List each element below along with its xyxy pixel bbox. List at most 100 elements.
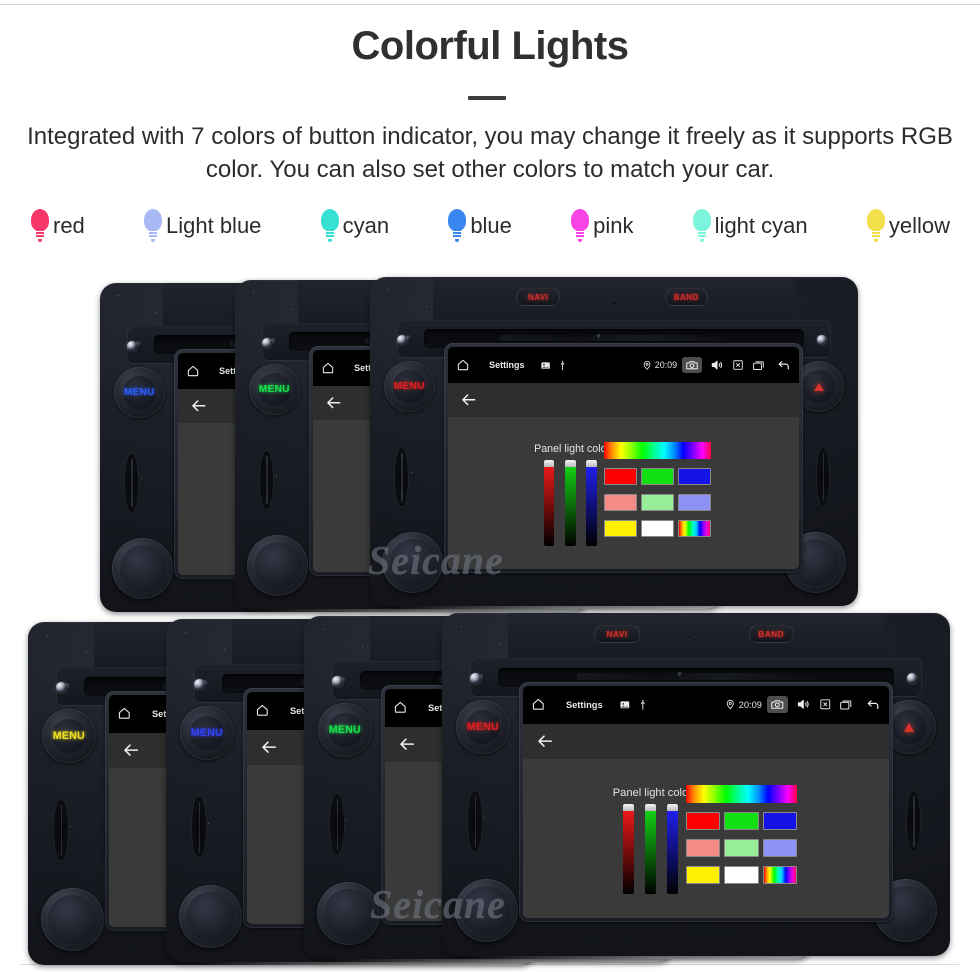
volume-rotary-left[interactable]	[112, 537, 174, 599]
recents-icon[interactable]	[752, 359, 765, 372]
color-swatch-rainbow[interactable]	[678, 519, 712, 538]
rgb-slider-group	[543, 460, 597, 547]
menu-knob[interactable]: MENU	[383, 360, 435, 413]
back-arrow-icon[interactable]	[122, 741, 140, 759]
band-button[interactable]: BAND	[748, 624, 794, 644]
touchscreen[interactable]: Settings 20:09 Panel light color	[448, 346, 799, 570]
volume-rotary-left[interactable]	[382, 531, 444, 593]
volume-rotary-left[interactable]	[40, 887, 105, 952]
green-slider[interactable]	[644, 804, 656, 894]
color-swatch-white[interactable]	[724, 865, 759, 885]
color-swatch-rainbow[interactable]	[762, 865, 798, 885]
back-arrow-icon[interactable]	[536, 732, 554, 750]
touchscreen-bezel: Settings 20:09 Panel light color	[444, 342, 803, 574]
hue-gradient-bar[interactable]	[604, 441, 712, 460]
menu-knob[interactable]: MENU	[42, 709, 96, 763]
back-arrow-icon[interactable]	[460, 391, 478, 409]
menu-knob[interactable]: MENU	[248, 363, 300, 416]
slider-handle[interactable]	[586, 460, 597, 467]
blue-slider[interactable]	[586, 460, 597, 547]
page-subtitle: Integrated with 7 colors of button indic…	[27, 123, 953, 183]
color-swatch-red[interactable]	[604, 467, 638, 486]
volume-rotary-left[interactable]	[178, 884, 243, 949]
color-swatch-yellow[interactable]	[685, 865, 721, 885]
color-swatch-red[interactable]	[685, 811, 721, 831]
color-swatch-periwinkle[interactable]	[678, 493, 712, 512]
swatch-row	[604, 467, 712, 486]
legend-item-red: red	[30, 209, 85, 243]
color-swatch-green[interactable]	[641, 467, 675, 486]
hue-gradient-bar[interactable]	[685, 784, 798, 804]
slider-handle[interactable]	[564, 460, 576, 467]
color-swatch-blue[interactable]	[762, 811, 798, 831]
slider-handle[interactable]	[622, 804, 634, 811]
camera-icon[interactable]	[767, 696, 789, 714]
color-swatch-green[interactable]	[724, 811, 759, 831]
slider-handle[interactable]	[667, 804, 679, 811]
legend-item-label: light cyan	[714, 213, 808, 238]
led-top-left-indicator	[193, 679, 205, 690]
slider-handle[interactable]	[543, 460, 555, 467]
volume-rotary-left[interactable]	[454, 878, 519, 943]
home-icon[interactable]	[255, 703, 270, 718]
color-swatch-salmon[interactable]	[685, 838, 721, 858]
vent-left	[54, 800, 68, 861]
device-stack-top: NAVI BAND ▾ MENU Settings 20:09NAVI BAND ▾ MENU S…	[100, 277, 870, 612]
color-swatch-light-green[interactable]	[724, 838, 759, 858]
menu-knob[interactable]: MENU	[318, 703, 372, 757]
home-icon[interactable]	[186, 364, 200, 378]
menu-knob[interactable]: MENU	[180, 706, 234, 760]
volume-icon[interactable]	[710, 358, 724, 372]
green-slider[interactable]	[564, 460, 576, 547]
red-slider[interactable]	[622, 804, 634, 894]
action-bar	[448, 383, 799, 417]
car-radio-unit-3: NAVI BAND ▾ MENU Settings 20:09 Panel light co…	[370, 277, 858, 606]
color-swatch-white[interactable]	[641, 519, 675, 538]
navi-button[interactable]: NAVI	[594, 624, 640, 644]
color-swatch-blue[interactable]	[678, 467, 712, 486]
touchscreen[interactable]: Settings 20:09 Panel light color	[523, 685, 889, 918]
back-arrow-icon[interactable]	[260, 738, 278, 756]
back-arrow-icon[interactable]	[865, 697, 880, 712]
home-icon[interactable]	[117, 706, 132, 721]
close-box-icon[interactable]	[819, 698, 832, 711]
camera-icon[interactable]	[682, 357, 703, 374]
home-icon[interactable]	[531, 697, 546, 712]
bulb-icon	[320, 209, 340, 243]
recents-icon[interactable]	[839, 698, 852, 711]
bulb-icon	[30, 209, 50, 243]
menu-knob-label: MENU	[392, 370, 426, 403]
eject-chevron-icon: ▾	[596, 330, 601, 341]
vent-left	[468, 791, 482, 852]
swatch-row	[685, 838, 798, 858]
back-arrow-icon[interactable]	[190, 397, 208, 415]
volume-rotary-left[interactable]	[247, 534, 309, 596]
back-arrow-icon[interactable]	[398, 735, 416, 753]
menu-knob-label: MENU	[257, 373, 291, 406]
band-button[interactable]: BAND	[664, 288, 708, 306]
legend-item-light-blue: Light blue	[143, 209, 261, 243]
menu-knob[interactable]: MENU	[456, 700, 510, 754]
color-swatch-light-green[interactable]	[641, 493, 675, 512]
volume-icon[interactable]	[796, 697, 811, 712]
volume-rotary-left[interactable]	[316, 881, 381, 946]
home-icon[interactable]	[321, 361, 335, 375]
blue-slider[interactable]	[667, 804, 679, 894]
home-icon[interactable]	[456, 358, 470, 372]
color-swatch-salmon[interactable]	[604, 493, 638, 512]
led-top-left-indicator	[126, 340, 138, 351]
home-icon[interactable]	[393, 700, 408, 715]
ir-sensor-dot	[693, 636, 698, 641]
usb-icon	[637, 699, 649, 711]
back-arrow-icon[interactable]	[776, 358, 791, 373]
color-swatch-periwinkle[interactable]	[762, 838, 798, 858]
menu-knob[interactable]: MENU	[113, 366, 165, 419]
vent-left	[125, 454, 139, 512]
menu-knob-label: MENU	[327, 713, 362, 748]
navi-button[interactable]: NAVI	[516, 288, 560, 306]
back-arrow-icon[interactable]	[325, 394, 343, 412]
slider-handle[interactable]	[644, 804, 656, 811]
color-swatch-yellow[interactable]	[604, 519, 638, 538]
red-slider[interactable]	[543, 460, 555, 547]
close-box-icon[interactable]	[732, 359, 744, 371]
